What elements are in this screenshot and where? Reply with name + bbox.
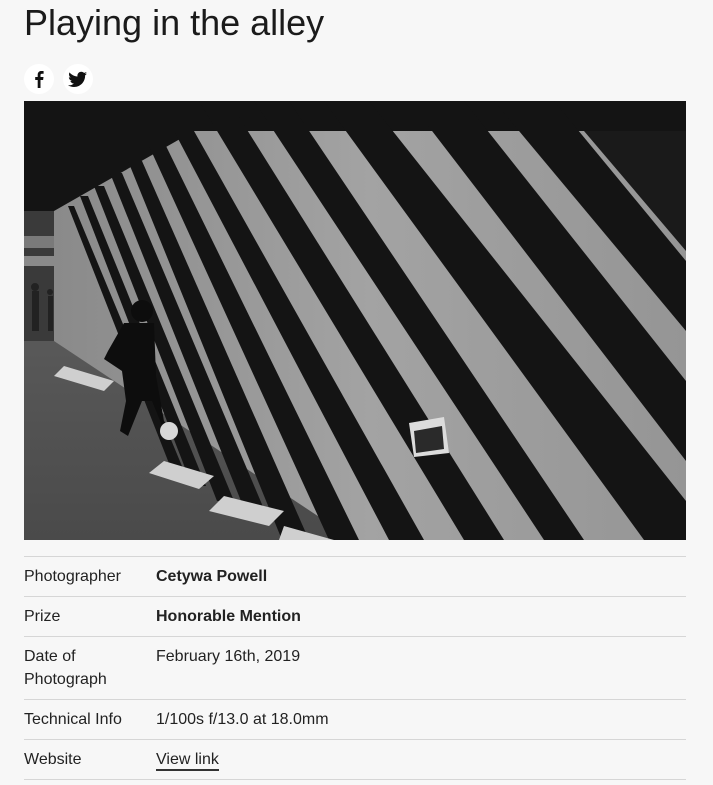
- details-row-photographer: Photographer Cetywa Powell: [24, 557, 686, 597]
- facebook-share-button[interactable]: [24, 64, 54, 94]
- website-value: View link: [156, 740, 219, 779]
- twitter-bird-icon: [68, 71, 87, 87]
- photographer-value: Cetywa Powell: [156, 568, 268, 585]
- share-buttons: [24, 64, 93, 94]
- prize-value: Honorable Mention: [156, 608, 301, 625]
- twitter-share-button[interactable]: [63, 64, 93, 94]
- details-row-website: Website View link: [24, 740, 686, 780]
- details-row-technical: Technical Info 1/100s f/13.0 at 18.0mm: [24, 700, 686, 740]
- date-value: February 16th, 2019: [156, 648, 301, 665]
- photo: [24, 101, 686, 540]
- date-label-line2: Photograph: [24, 671, 107, 688]
- view-link[interactable]: View link: [156, 751, 219, 771]
- photo-image: [24, 101, 686, 540]
- date-label: Date of Photograph: [24, 637, 156, 699]
- technical-value: 1/100s f/13.0 at 18.0mm: [156, 711, 329, 728]
- prize-label: Prize: [24, 608, 61, 625]
- technical-label: Technical Info: [24, 711, 122, 728]
- photo-details-table: Photographer Cetywa Powell Prize Honorab…: [24, 556, 686, 780]
- details-row-prize: Prize Honorable Mention: [24, 597, 686, 637]
- details-row-date: Date of Photograph February 16th, 2019: [24, 637, 686, 700]
- page-title: Playing in the alley: [24, 2, 325, 43]
- website-label: Website: [24, 751, 82, 768]
- photographer-label: Photographer: [24, 568, 121, 585]
- facebook-icon: [35, 71, 44, 88]
- date-label-line1: Date of: [24, 648, 76, 665]
